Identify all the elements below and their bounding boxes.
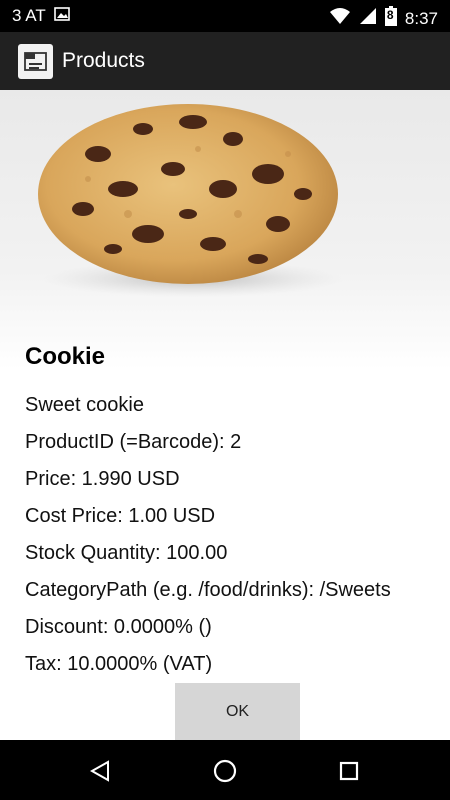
product-detail: Cookie Sweet cookie ProductID (=Barcode)… xyxy=(0,90,450,740)
ok-button[interactable]: OK xyxy=(175,683,300,740)
home-icon[interactable] xyxy=(208,754,242,788)
app-bar: Products xyxy=(0,32,450,90)
battery-icon: 8 xyxy=(384,6,397,31)
recents-icon[interactable] xyxy=(332,754,366,788)
image-icon xyxy=(53,6,70,26)
product-stock-quantity: Stock Quantity: 100.00 xyxy=(25,542,228,564)
status-left: 3 AT xyxy=(12,6,70,26)
product-name: Cookie xyxy=(25,343,106,370)
signal-icon xyxy=(359,7,377,30)
app-title: Products xyxy=(62,49,145,72)
back-icon[interactable] xyxy=(83,754,117,788)
wifi-icon xyxy=(329,7,351,30)
product-discount: Discount: 0.0000% () xyxy=(25,616,212,638)
product-image xyxy=(38,104,343,297)
product-cost-price: Cost Price: 1.00 USD xyxy=(25,505,216,527)
battery-level: 8 xyxy=(386,8,394,22)
product-description: Sweet cookie xyxy=(25,394,144,416)
carrier-label: 3 AT xyxy=(12,6,46,25)
status-right: 8 8:37 xyxy=(329,6,438,31)
app-icon xyxy=(18,43,53,79)
product-category-path: CategoryPath (e.g. /food/drinks): /Sweet… xyxy=(25,579,391,601)
status-bar: 3 AT 8 8:37 xyxy=(0,0,450,32)
product-price: Price: 1.990 USD xyxy=(25,468,180,490)
navigation-bar xyxy=(0,740,450,800)
product-tax: Tax: 10.0000% (VAT) xyxy=(25,653,213,675)
status-time: 8:37 xyxy=(404,8,438,28)
product-id: ProductID (=Barcode): 2 xyxy=(25,431,242,453)
